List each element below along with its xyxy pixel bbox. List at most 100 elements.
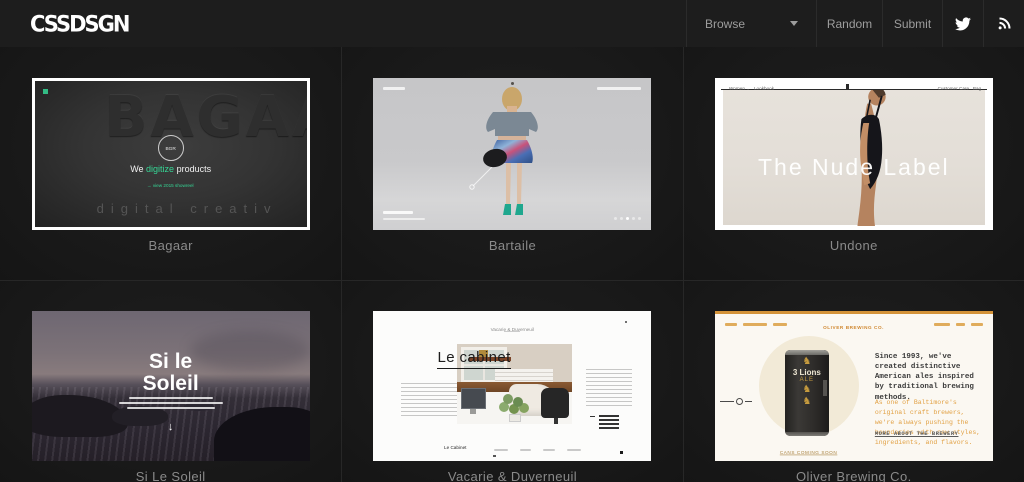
gallery-grid: BAGAAR BGR We digitize products → view 2…	[0, 47, 1024, 482]
bagaar-thumbnail[interactable]: BAGAAR BGR We digitize products → view 2…	[32, 78, 310, 230]
tagline-accent: digitize	[146, 164, 174, 174]
caption-undone[interactable]: Undone	[684, 238, 1024, 253]
corner-square-dot	[620, 451, 623, 454]
title-line-1: Si le	[32, 351, 310, 373]
vacarie-site-title: Vacarie & Duverneuil	[373, 321, 651, 339]
monitor-stand-shape	[470, 409, 476, 414]
header-spacer	[128, 0, 686, 47]
rss-icon[interactable]	[983, 0, 1024, 47]
cans-coming-soon-link: CANS COMING SOON	[759, 444, 859, 461]
vacarie-nav-item-lines	[494, 449, 508, 451]
vacarie-bottom-nav: Le Cabinet	[373, 445, 651, 456]
bartaile-pagination-dots	[614, 217, 641, 220]
undone-logo-mark	[846, 84, 849, 89]
vacarie-nav-item-lines	[520, 449, 531, 451]
can-side-strip	[823, 380, 827, 396]
decorative-vertical-line	[171, 381, 172, 390]
scroll-down-arrow-icon: ↓	[32, 421, 310, 433]
lion-ornament-icon: ♞	[785, 356, 829, 368]
bartaile-model-illustration	[457, 86, 567, 226]
tagline-pre: We	[130, 164, 146, 174]
gallery-item-bartaile: Bartaile	[341, 47, 682, 280]
oliver-body-text: As one of Baltimore's original craft bre…	[875, 398, 985, 448]
undone-nav-bag: Bag	[973, 86, 981, 91]
more-about-brewery-link: MORE ABOUT THE BREWERY	[875, 430, 959, 437]
rss-glyph	[997, 16, 1012, 31]
undone-thumbnail[interactable]: Women ⌄ Lookbook Customer Care Bag The N…	[715, 78, 993, 230]
vacarie-heading: Le cabinet	[437, 349, 510, 369]
monitor-shape	[461, 388, 486, 409]
twitter-bird-glyph	[955, 16, 971, 32]
caption-bagaar[interactable]: Bagaar	[0, 238, 341, 253]
bartaile-topleft-text-lines	[383, 87, 405, 90]
gallery-item-bagaar: BAGAAR BGR We digitize products → view 2…	[0, 47, 341, 280]
can-top-shape	[785, 350, 829, 355]
caption-oliver[interactable]: Oliver Brewing Co.	[684, 469, 1024, 482]
bottle-opener-ornament	[720, 398, 758, 405]
vacarie-heading-text: Le cabinet	[437, 349, 510, 366]
bagaar-circle-badge: BGR	[158, 135, 184, 161]
undone-nav-right: Customer Care Bag	[906, 80, 981, 98]
nav-browse[interactable]: Browse	[686, 0, 816, 47]
main-nav: Browse Random Submit	[686, 0, 1024, 47]
header: CSSDSGN Browse Random Submit	[0, 0, 1024, 47]
oliver-site-title-text: OLIVER BREWING CO.	[823, 325, 884, 331]
vacarie-nav-active: Le Cabinet	[444, 445, 466, 451]
beer-can: ♞ 3 Lions ALE ♞ ♞	[785, 350, 829, 436]
bartaile-logo-mark	[511, 82, 514, 85]
gallery-item-si-le-soleil: Si le Soleil ↓ Si Le Soleil	[0, 280, 341, 482]
caption-si-le-soleil[interactable]: Si Le Soleil	[0, 469, 341, 482]
cssdsgn-gallery-page: CSSDSGN Browse Random Submit BAGAAR	[0, 0, 1024, 482]
right-paragraph-lines	[586, 369, 632, 409]
bartaile-thumbnail[interactable]	[373, 78, 651, 230]
tagline-post: products	[174, 164, 211, 174]
active-nav-marker	[493, 455, 496, 457]
bagaar-logo-dot	[43, 89, 48, 94]
left-paragraph-lines	[401, 383, 459, 419]
mini-bold-text-lines	[599, 415, 619, 430]
undone-nav-customer-care: Customer Care	[937, 86, 968, 91]
gallery-item-undone: Women ⌄ Lookbook Customer Care Bag The N…	[683, 47, 1024, 280]
bartaile-bottomleft-title-lines	[383, 211, 413, 214]
oliver-site-title: OLIVER BREWING CO.	[715, 319, 993, 337]
site-logo[interactable]: CSSDSGN	[30, 0, 128, 48]
caption-vacarie[interactable]: Vacarie & Duverneuil	[342, 469, 682, 482]
intro-text-line	[119, 402, 223, 404]
intro-text-line	[127, 407, 215, 409]
black-chair-shape	[541, 388, 569, 418]
mini-block-dash	[590, 416, 595, 417]
bagaar-footer-text: digital creativ	[97, 201, 278, 216]
nav-random[interactable]: Random	[816, 0, 882, 47]
site-title-underline	[504, 331, 520, 332]
bagaar-badge-text: BGR	[165, 145, 175, 150]
undone-nav-lookbook: Lookbook	[754, 86, 774, 91]
bartaile-topright-text-lines	[597, 87, 641, 90]
gallery-item-vacarie: Vacarie & Duverneuil L	[341, 280, 682, 482]
gallery-item-oliver: OLIVER BREWING CO. ♞ 3 Lions ALE ♞ ♞	[683, 280, 1024, 482]
bagaar-tagline: We digitize products	[35, 164, 307, 174]
bagaar-background-wordmark: BAGAAR	[105, 85, 310, 150]
undone-hero-title: The Nude Label	[715, 154, 993, 181]
vacarie-nav-item-lines	[543, 449, 555, 451]
intro-text-line	[129, 397, 213, 399]
vacarie-nav-item-lines	[567, 449, 581, 451]
vacarie-thumbnail[interactable]: Vacarie & Duverneuil L	[373, 311, 651, 461]
can-name-text: 3 Lions	[785, 368, 829, 377]
caption-bartaile[interactable]: Bartaile	[342, 238, 682, 253]
nav-browse-label: Browse	[705, 17, 745, 31]
oliver-nav-right-lines	[934, 323, 983, 326]
can-bottom-shape	[785, 432, 829, 436]
chevron-down-icon	[790, 21, 798, 26]
twitter-icon[interactable]	[942, 0, 983, 47]
si-le-soleil-thumbnail[interactable]: Si le Soleil ↓	[32, 311, 310, 461]
oliver-headline: Since 1993, we've created distinctive Am…	[875, 352, 985, 403]
bagaar-showreel-link-text: → view 2015 showreel	[147, 183, 194, 189]
bartaile-bottomleft-sub-lines	[383, 218, 425, 220]
plant-pot-shape	[509, 414, 521, 422]
oliver-thumbnail[interactable]: OLIVER BREWING CO. ♞ 3 Lions ALE ♞ ♞	[715, 311, 993, 461]
undone-nav-left: Women ⌄ Lookbook	[729, 80, 807, 98]
nav-submit[interactable]: Submit	[882, 0, 942, 47]
lion-ornament-icon: ♞	[785, 396, 829, 408]
undone-nav-women: Women	[729, 86, 745, 91]
black-chair-leg-shape	[554, 418, 558, 424]
